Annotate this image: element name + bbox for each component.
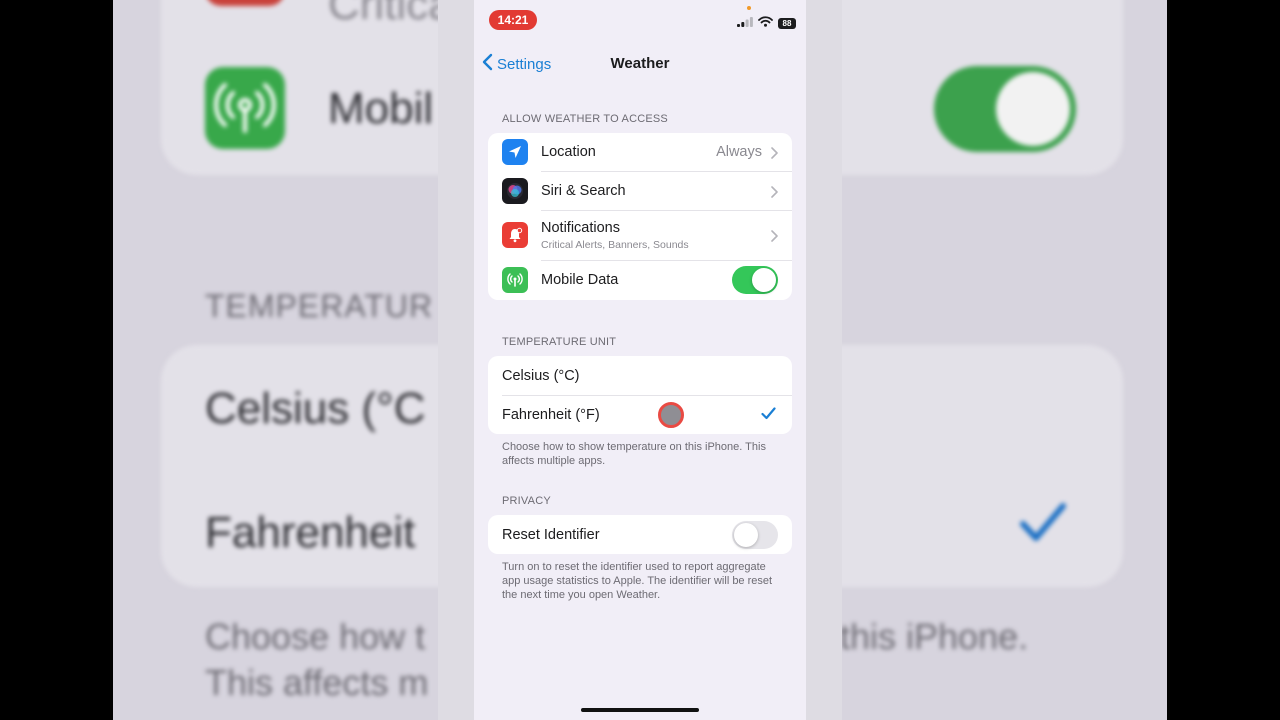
reset-identifier-toggle[interactable]	[732, 520, 778, 549]
chevron-right-icon	[771, 146, 778, 164]
celsius-option[interactable]: Celsius (°C)	[488, 356, 792, 395]
antenna-icon	[502, 267, 528, 293]
reset-identifier-label: Reset Identifier	[502, 526, 600, 543]
bg-section-header: TEMPERATUR	[205, 288, 434, 324]
touch-indicator	[658, 402, 684, 428]
privacy-indicator-dot	[747, 6, 751, 10]
checkmark-icon	[761, 407, 776, 425]
status-time: 14:21	[489, 10, 537, 30]
bg-mobile-data-toggle	[934, 66, 1076, 152]
weather-settings-screen: 14:21 88 Settings Weather ALLOW WEATHER …	[474, 0, 806, 720]
phone-frame: 14:21 88 Settings Weather ALLOW WEATHER …	[438, 0, 842, 720]
location-label: Location	[541, 144, 596, 160]
wifi-icon	[758, 14, 773, 32]
mobile-data-row: Mobile Data	[488, 260, 792, 300]
fahrenheit-option[interactable]: Fahrenheit (°F)	[488, 395, 792, 434]
location-arrow-icon	[502, 139, 528, 165]
notifications-row[interactable]: Notifications Critical Alerts, Banners, …	[488, 210, 792, 260]
siri-search-label: Siri & Search	[541, 182, 626, 199]
privacy-footer: Turn on to reset the identifier used to …	[502, 561, 773, 601]
location-value: Always	[716, 144, 762, 160]
privacy-section-header: PRIVACY	[502, 495, 551, 507]
page-title: Weather	[610, 55, 670, 72]
bg-checkmark-icon	[1018, 500, 1068, 551]
temperature-footer: Choose how to show temperature on this i…	[502, 441, 766, 467]
mobile-data-label: Mobile Data	[541, 272, 619, 288]
privacy-group: Reset Identifier	[488, 515, 792, 554]
fahrenheit-label: Fahrenheit (°F)	[502, 406, 600, 423]
home-indicator[interactable]	[581, 708, 699, 712]
bg-celsius-text: Celsius (°C	[205, 384, 426, 433]
bg-footer-line2-left: This affects m	[205, 662, 429, 703]
bg-antenna-icon	[205, 67, 285, 149]
battery-icon: 88	[778, 17, 796, 29]
reset-identifier-row: Reset Identifier	[488, 515, 792, 554]
bg-footer-line1-right: this iPhone.	[840, 616, 1029, 657]
siri-icon	[502, 177, 528, 204]
location-row[interactable]: Location Always	[488, 133, 792, 171]
bg-notifications-icon	[205, 0, 285, 6]
access-group: Location Always Siri & Search Notificati…	[488, 133, 792, 300]
chevron-right-icon	[771, 229, 778, 247]
bg-fahrenheit-text: Fahrenheit	[205, 508, 416, 557]
siri-search-row[interactable]: Siri & Search	[488, 171, 792, 210]
temperature-unit-group: Celsius (°C) Fahrenheit (°F)	[488, 356, 792, 434]
bg-mobile-data-text: Mobil	[328, 84, 434, 133]
bg-footer-line1-left: Choose how t	[205, 616, 426, 657]
notifications-label: Notifications	[541, 219, 620, 236]
chevron-right-icon	[771, 185, 778, 203]
notifications-bell-icon	[502, 222, 528, 248]
status-icons: 88	[737, 16, 796, 30]
notifications-sublabel: Critical Alerts, Banners, Sounds	[541, 238, 689, 251]
access-section-header: ALLOW WEATHER TO ACCESS	[502, 113, 668, 125]
mobile-data-toggle[interactable]	[732, 266, 778, 294]
cellular-signal-icon	[737, 14, 753, 32]
temperature-section-header: TEMPERATURE UNIT	[502, 336, 617, 348]
celsius-label: Celsius (°C)	[502, 367, 580, 384]
